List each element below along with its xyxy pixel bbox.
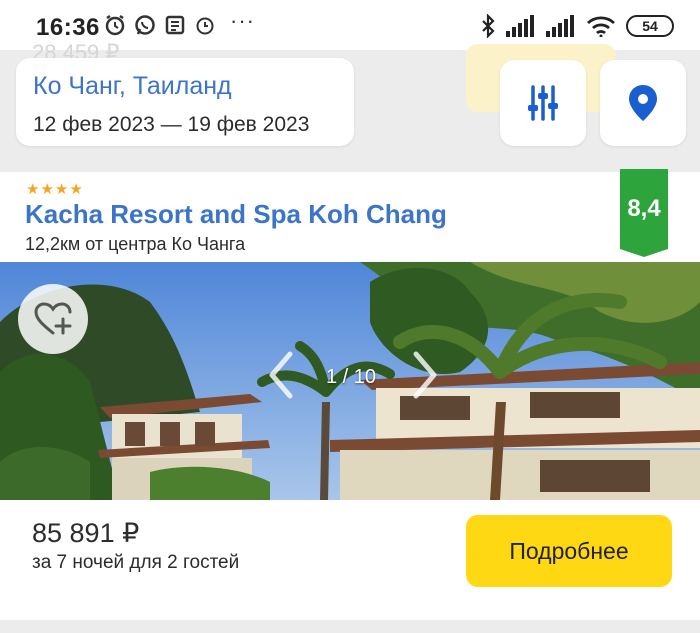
distance-text: от центра Ко Чанга bbox=[80, 234, 246, 254]
more-dots-icon: ··· bbox=[230, 8, 255, 33]
news-icon bbox=[165, 15, 185, 35]
star-rating: ★★★★ bbox=[26, 181, 84, 198]
rating-badge: 8,4 bbox=[620, 169, 668, 257]
bluetooth-icon bbox=[482, 14, 495, 38]
hotel-distance: 12,2км от центра Ко Чанга bbox=[25, 234, 245, 255]
photo-counter: 1 / 10 bbox=[326, 366, 377, 388]
battery-indicator: 54 bbox=[626, 15, 674, 37]
distance-value: 12,2км bbox=[25, 234, 81, 254]
whatsapp-icon bbox=[135, 15, 155, 35]
price-note: за 7 ночей для 2 гостей bbox=[32, 552, 240, 573]
hotel-name[interactable]: Kacha Resort and Spa Koh Chang bbox=[25, 199, 447, 230]
filter-button[interactable] bbox=[500, 60, 586, 146]
app-screen: 16:36 ··· 54 28 459 ₽ Ко Чанг, Таиланд 1… bbox=[0, 0, 700, 633]
search-dates[interactable]: 12 фев 2023 — 19 фев 2023 bbox=[33, 113, 354, 137]
status-time: 16:36 bbox=[36, 14, 100, 41]
heart-plus-icon bbox=[34, 302, 72, 335]
sliders-icon bbox=[528, 85, 558, 121]
map-button[interactable] bbox=[600, 60, 686, 146]
alarm-clock-icon bbox=[196, 17, 214, 35]
hotel-price: 85 891 ₽ bbox=[32, 518, 140, 548]
signal-icon bbox=[506, 15, 534, 37]
map-pin-icon bbox=[629, 85, 657, 121]
chevron-left-icon[interactable] bbox=[266, 350, 296, 400]
hotel-card[interactable]: ★★★★ Kacha Resort and Spa Koh Chang 12,2… bbox=[0, 169, 700, 620]
chevron-right-icon[interactable] bbox=[410, 350, 440, 400]
search-summary[interactable]: Ко Чанг, Таиланд 12 фев 2023 — 19 фев 20… bbox=[16, 58, 354, 146]
alarm-icon bbox=[105, 14, 125, 36]
hotel-photo[interactable]: 1 / 10 bbox=[0, 262, 700, 500]
wifi-icon bbox=[587, 16, 615, 37]
search-destination[interactable]: Ко Чанг, Таиланд bbox=[33, 72, 354, 101]
favorite-button[interactable] bbox=[18, 284, 88, 354]
signal-icon-2 bbox=[546, 15, 574, 37]
details-button[interactable]: Подробнее bbox=[466, 515, 672, 587]
